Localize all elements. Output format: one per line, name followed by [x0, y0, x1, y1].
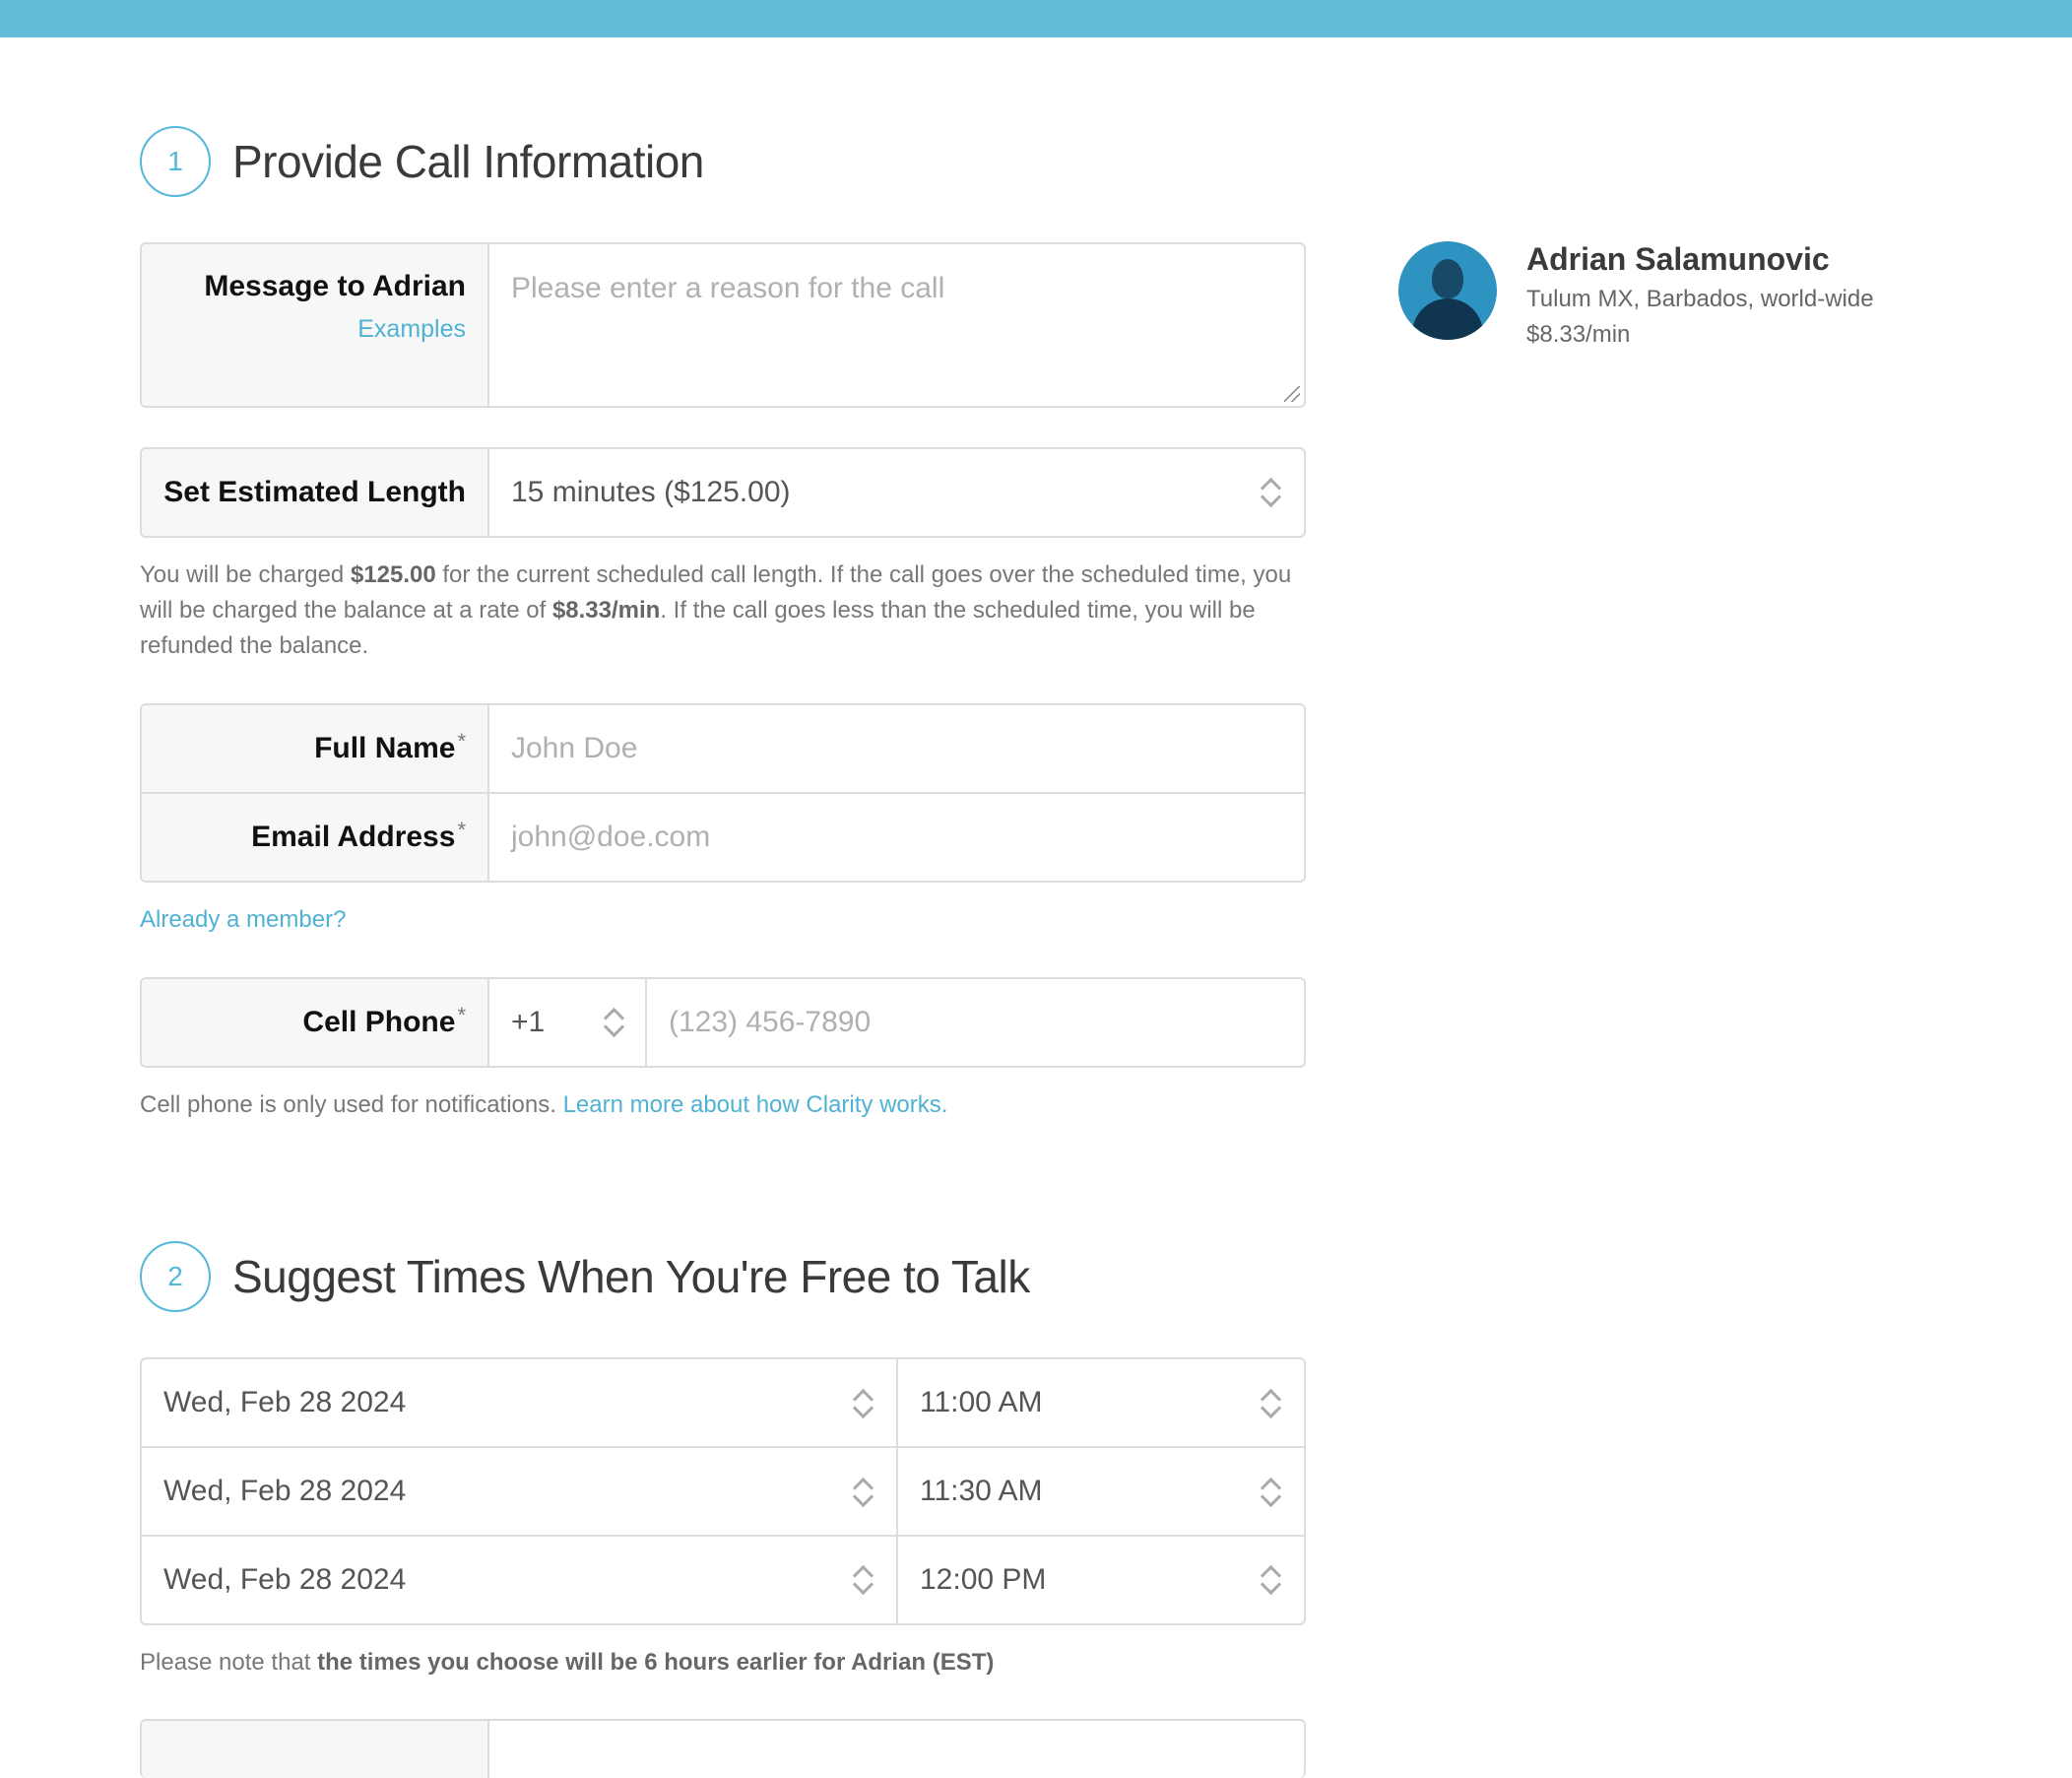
select-chevron-icon: [851, 1563, 873, 1597]
length-label: Set Estimated Length: [142, 449, 489, 536]
full-name-label: Full Name *: [142, 705, 489, 792]
phone-input[interactable]: (123) 456-7890: [647, 979, 1304, 1066]
learn-more-link[interactable]: Learn more about how Clarity works.: [563, 1091, 948, 1118]
country-code-select[interactable]: +1: [489, 979, 647, 1066]
next-section-box: [140, 1719, 1306, 1778]
select-chevron-icon: [602, 1006, 623, 1039]
phone-box: Cell Phone * +1 (123) 456-7890: [140, 977, 1306, 1068]
examples-link[interactable]: Examples: [357, 315, 466, 344]
email-input[interactable]: john@doe.com: [489, 794, 1304, 881]
select-chevron-icon: [851, 1387, 873, 1420]
step-1-title: Provide Call Information: [232, 136, 704, 187]
time-select[interactable]: 11:00 AM: [898, 1359, 1304, 1446]
expert-location: Tulum MX, Barbados, world-wide: [1526, 286, 1874, 312]
times-box: Wed, Feb 28 2024 11:00 AM Wed, Feb 28 20…: [140, 1357, 1306, 1625]
step-1-number: 1: [140, 126, 211, 197]
select-chevron-icon: [851, 1476, 873, 1509]
timezone-note: Please note that the times you choose wi…: [140, 1649, 995, 1676]
time-select[interactable]: 12:00 PM: [898, 1537, 1304, 1623]
length-value: 15 minutes ($125.00): [511, 476, 791, 508]
avatar[interactable]: [1398, 241, 1497, 340]
date-select[interactable]: Wed, Feb 28 2024: [142, 1537, 898, 1623]
email-label: Email Address *: [142, 794, 489, 881]
already-member-link[interactable]: Already a member?: [140, 902, 1312, 938]
select-chevron-icon: [1259, 1387, 1280, 1420]
length-select[interactable]: 15 minutes ($125.00): [489, 449, 1304, 536]
step-1-header: 1 Provide Call Information: [140, 126, 704, 197]
contact-box: Full Name * John Doe Email Address * john@…: [140, 703, 1306, 883]
time-row: Wed, Feb 28 2024 11:30 AM: [142, 1448, 1304, 1537]
select-chevron-icon: [1259, 1476, 1280, 1509]
message-textarea[interactable]: Please enter a reason for the call: [489, 244, 1304, 406]
charge-rate: $8.33/min: [551, 597, 661, 624]
step-2-number: 2: [140, 1241, 211, 1312]
message-box: Message to Adrian Examples Please enter …: [140, 242, 1306, 408]
time-row: Wed, Feb 28 2024 12:00 PM: [142, 1537, 1304, 1623]
message-label-cell: Message to Adrian Examples: [142, 244, 489, 406]
date-select[interactable]: Wed, Feb 28 2024: [142, 1359, 898, 1446]
time-select[interactable]: 11:30 AM: [898, 1448, 1304, 1535]
phone-label: Cell Phone *: [142, 979, 489, 1066]
step-2-header: 2 Suggest Times When You're Free to Talk: [140, 1241, 1030, 1312]
expert-rate: $8.33/min: [1526, 321, 1631, 348]
expert-profile: Adrian Salamunovic Tulum MX, Barbados, w…: [1398, 241, 1874, 349]
full-name-input[interactable]: John Doe: [489, 705, 1304, 792]
length-box: Set Estimated Length 15 minutes ($125.00…: [140, 447, 1306, 538]
next-section-value-cell[interactable]: [489, 1721, 1304, 1778]
select-chevron-icon: [1259, 476, 1280, 509]
top-bar: [0, 0, 2072, 37]
charge-amount: $125.00: [350, 561, 436, 588]
select-chevron-icon: [1259, 1563, 1280, 1597]
expert-name[interactable]: Adrian Salamunovic: [1526, 241, 1874, 278]
step-2-title: Suggest Times When You're Free to Talk: [232, 1251, 1030, 1302]
phone-note: Cell phone is only used for notification…: [140, 1091, 948, 1118]
message-placeholder: Please enter a reason for the call: [511, 272, 945, 304]
date-select[interactable]: Wed, Feb 28 2024: [142, 1448, 898, 1535]
time-row: Wed, Feb 28 2024 11:00 AM: [142, 1359, 1304, 1448]
message-label: Message to Adrian: [204, 270, 466, 302]
next-section-label-cell: [142, 1721, 489, 1778]
charge-note: You will be charged $125.00 for the curr…: [140, 561, 1292, 659]
resize-grip-icon[interactable]: [1284, 386, 1300, 402]
